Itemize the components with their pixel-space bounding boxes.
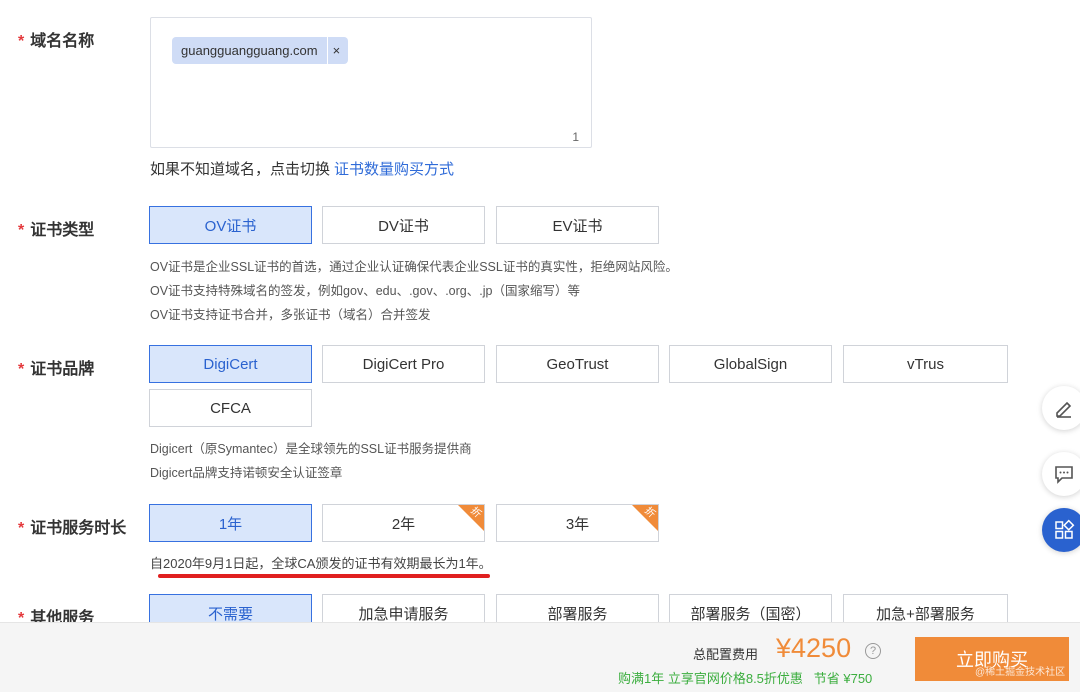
domain-count: 1 [572, 130, 579, 144]
brand-cfca[interactable]: CFCA [149, 389, 312, 427]
promo-text: 购满1年 立享官网价格8.5折优惠 节省 ¥750 [618, 671, 873, 686]
duration-1y[interactable]: 1年 [149, 504, 312, 542]
feedback-icon[interactable] [1042, 452, 1080, 496]
duration-2y[interactable]: 2年 折 [322, 504, 485, 542]
brand-geotrust[interactable]: GeoTrust [496, 345, 659, 383]
cert-type-desc: OV证书是企业SSL证书的首选，通过企业认证确保代表企业SSL证书的真实性，拒绝… [150, 260, 678, 322]
checkout-bar: 总配置费用 ¥4250 ? 购满1年 立享官网价格8.5折优惠 节省 ¥750 … [0, 622, 1080, 692]
brand-desc: Digicert（原Symantec）是全球领先的SSL证书服务提供商 Digi… [150, 442, 472, 480]
brand-label: * 证书品牌 [18, 361, 95, 378]
cert-type-label: * 证书类型 [18, 222, 95, 239]
domain-label: * 域名名称 [18, 33, 95, 50]
domain-tag-text: guangguangguang.com [181, 43, 318, 58]
total-label: 总配置费用 [693, 647, 759, 662]
red-underline-annotation [158, 574, 490, 578]
brand-digicert[interactable]: DigiCert [149, 345, 312, 383]
domain-hint: 如果不知道域名，点击切换 证书数量购买方式 [150, 161, 455, 178]
switch-mode-link[interactable]: 证书数量购买方式 [334, 161, 454, 178]
duration-note: 自2020年9月1日起，全球CA颁发的证书有效期最长为1年。 [150, 556, 492, 571]
brand-vtrus[interactable]: vTrus [843, 345, 1008, 383]
total-price: ¥4250 [776, 633, 852, 663]
help-icon[interactable]: ? [865, 643, 881, 659]
close-icon[interactable]: × [333, 43, 341, 58]
edit-icon[interactable] [1042, 386, 1080, 430]
apps-icon[interactable] [1042, 508, 1080, 552]
duration-label: * 证书服务时长 [18, 520, 127, 537]
domain-input[interactable]: guangguangguang.com × 1 [150, 17, 592, 148]
cert-type-ov[interactable]: OV证书 [149, 206, 312, 244]
brand-globalsign[interactable]: GlobalSign [669, 345, 832, 383]
cert-type-ev[interactable]: EV证书 [496, 206, 659, 244]
domain-tag: guangguangguang.com × [172, 37, 349, 64]
brand-digicert-pro[interactable]: DigiCert Pro [322, 345, 485, 383]
cert-type-dv[interactable]: DV证书 [322, 206, 485, 244]
watermark: @稀土掘金技术社区 [975, 667, 1066, 678]
duration-3y[interactable]: 3年 折 [496, 504, 659, 542]
